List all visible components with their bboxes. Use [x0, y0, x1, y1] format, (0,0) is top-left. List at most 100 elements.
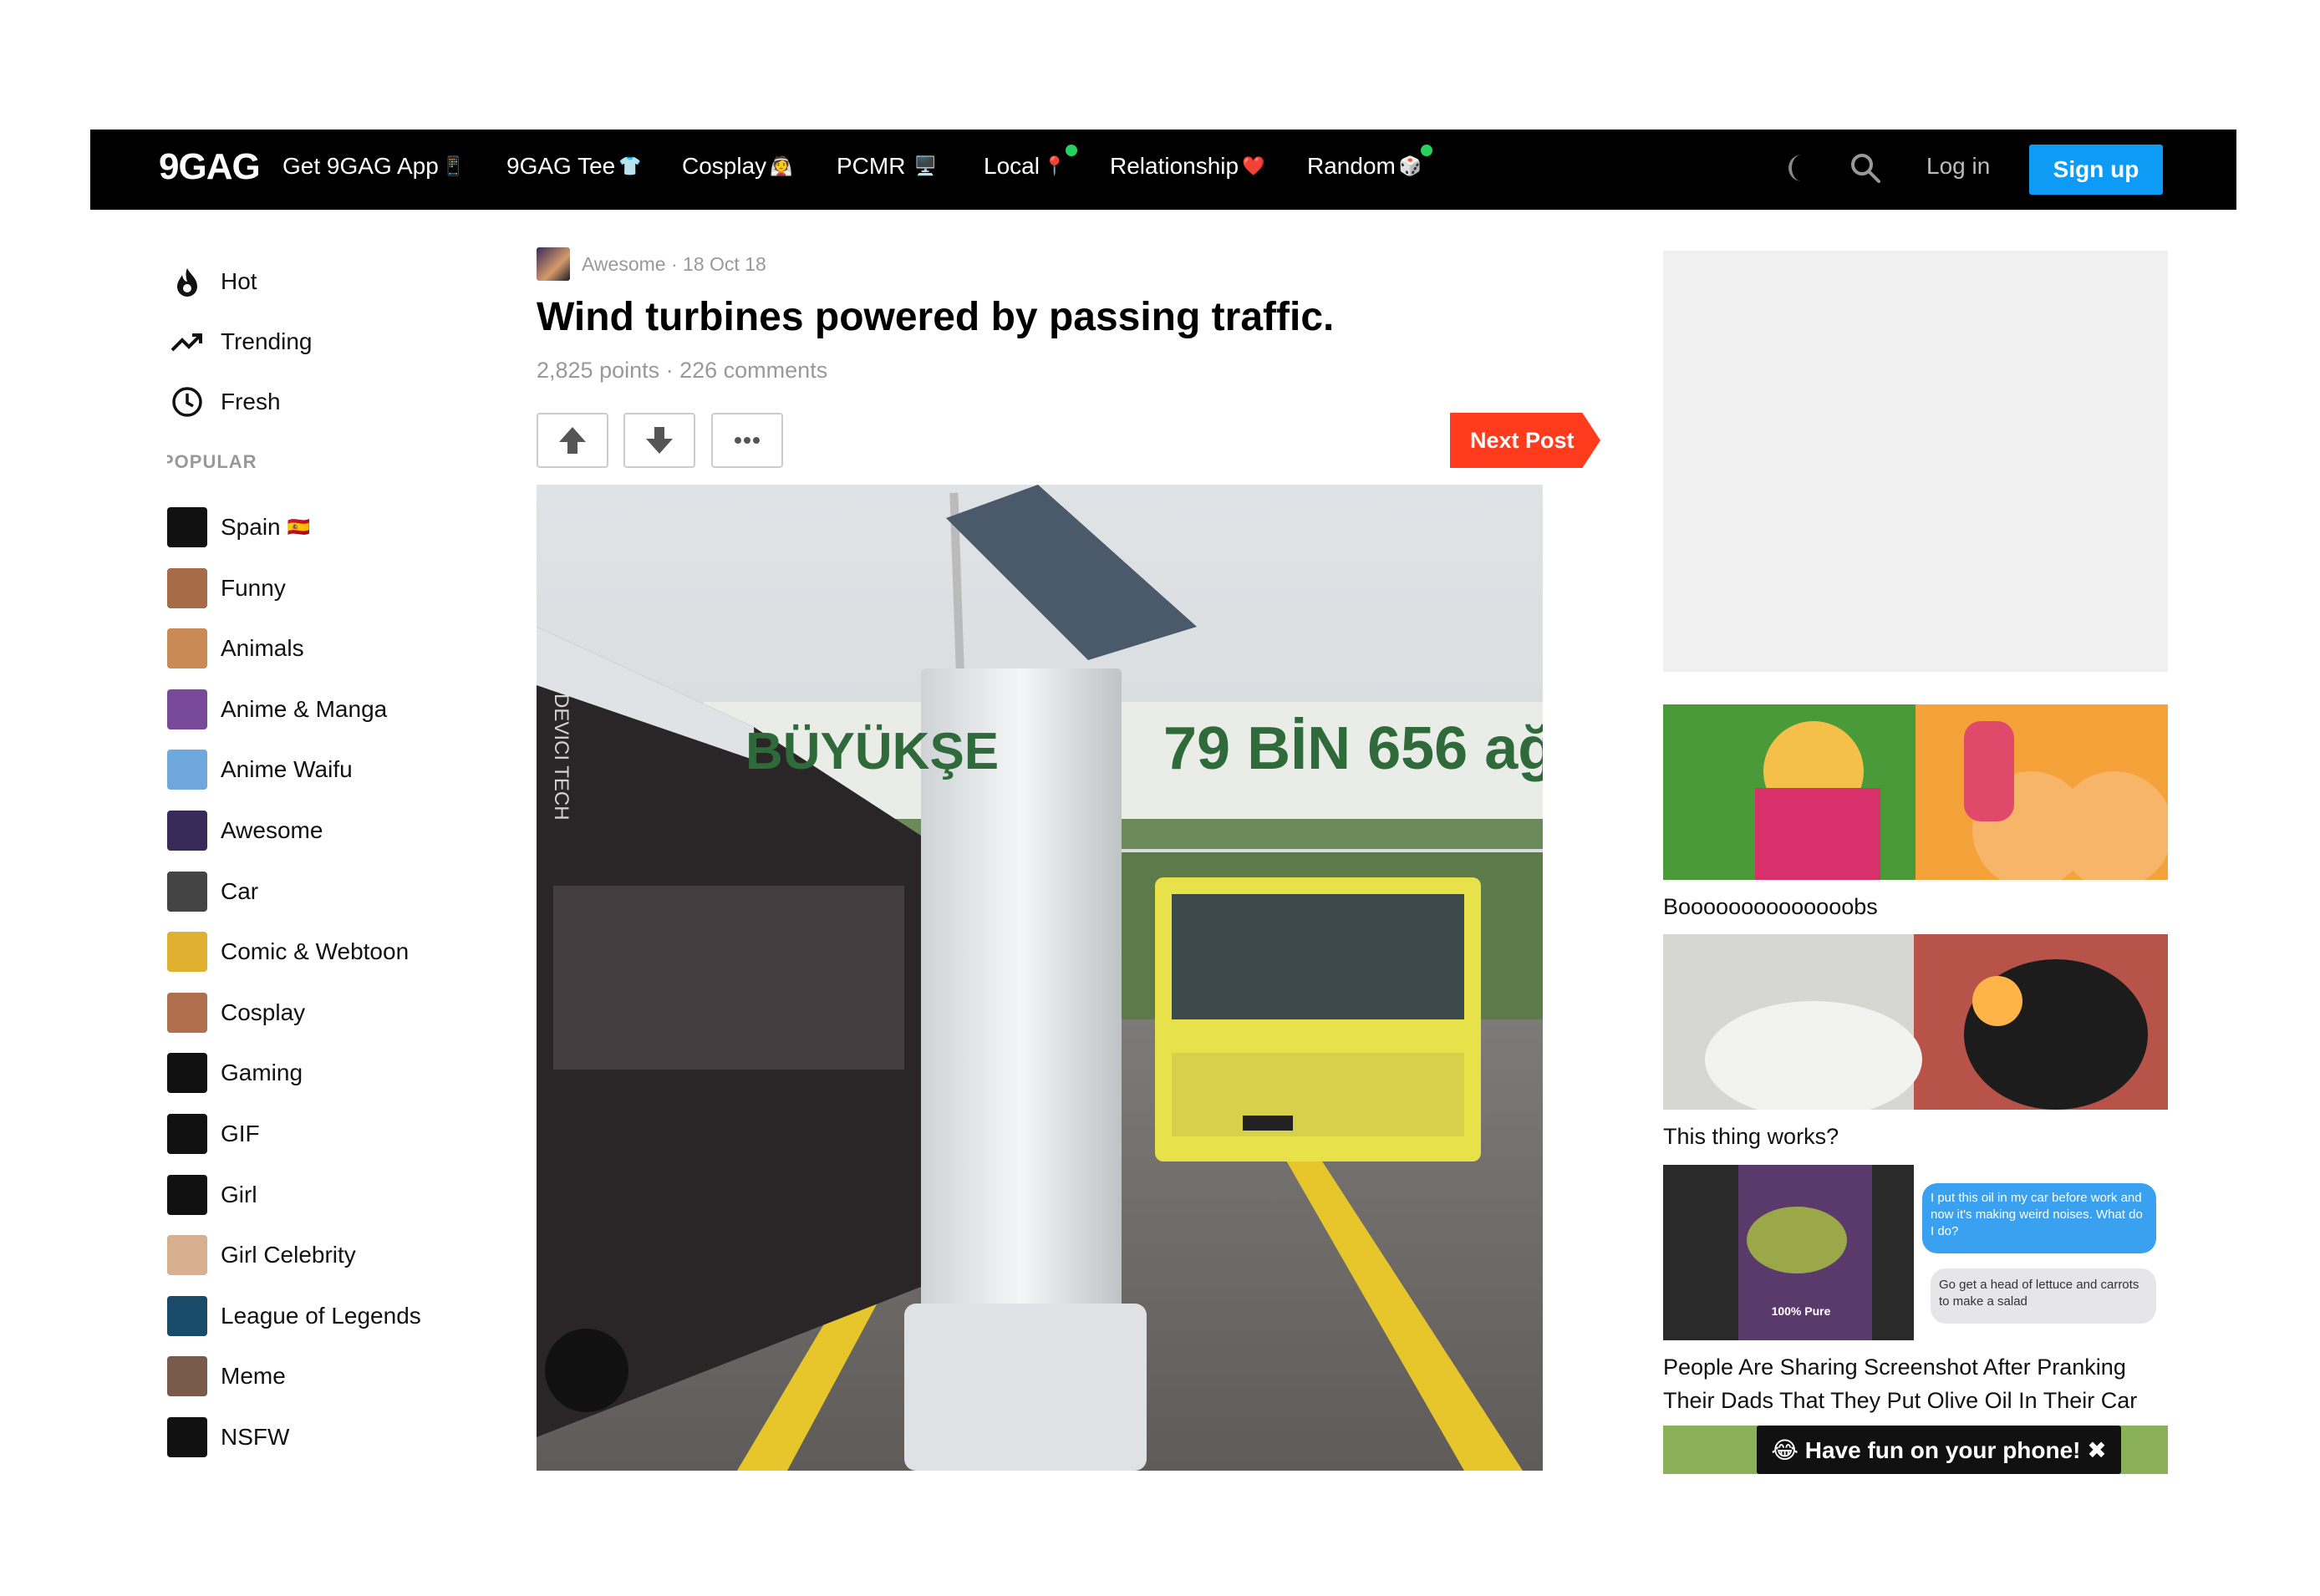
nav-label: Cosplay — [682, 153, 767, 179]
section-thumbnail — [167, 932, 207, 973]
search-icon — [1851, 154, 1880, 183]
nav-cosplay[interactable]: Cosplay 👰 — [682, 153, 793, 180]
section-thumbnail — [167, 1114, 207, 1154]
phone-icon: 📱 — [441, 155, 466, 176]
sidebar-item-trending[interactable]: Trending — [167, 321, 312, 363]
featured-post-card[interactable]: 100% Pure I put this oil in my car befor… — [1663, 1165, 2168, 1417]
nav-label: Get 9GAG App — [282, 153, 439, 179]
sidebar-item-gif[interactable]: GIF — [167, 1113, 260, 1155]
sidebar-item-label: Animals — [221, 635, 304, 662]
banner-text-right: 79 BİN 656 ağaç — [1163, 715, 1543, 782]
arrow-up-icon — [559, 427, 586, 454]
sidebar-item-gaming[interactable]: Gaming — [167, 1052, 303, 1094]
post-media-video[interactable]: DEVICI TECH BÜYÜKŞE 79 BİN 656 ağaç — [537, 485, 1543, 1471]
sidebar-item-funny[interactable]: Funny — [167, 567, 286, 609]
nav-random[interactable]: Random 🎲 — [1307, 145, 1432, 180]
nav-get-app[interactable]: Get 9GAG App 📱 — [282, 153, 465, 180]
sidebar-item-hot[interactable]: Hot — [167, 261, 257, 302]
post-title[interactable]: Wind turbines powered by passing traffic… — [537, 294, 1334, 340]
nav-label: Relationship — [1110, 153, 1239, 179]
moon-icon — [1788, 155, 1802, 181]
app-promo-toast[interactable]: 😂 Have fun on your phone! ✖ — [1757, 1426, 2121, 1474]
fire-icon — [167, 262, 207, 302]
sidebar-item-anime-waifu[interactable]: Anime Waifu — [167, 749, 353, 790]
sidebar-item-nsfw[interactable]: NSFW — [167, 1416, 289, 1458]
post-meta: Awesome · 18 Oct 18 — [537, 247, 766, 281]
section-thumbnail — [167, 871, 207, 912]
search-button[interactable] — [1847, 150, 1884, 186]
sidebar-item-car[interactable]: Car — [167, 871, 258, 912]
nav-pcmr[interactable]: PCMR 🖥️ — [837, 153, 937, 180]
section-thumbnail — [167, 1053, 207, 1094]
nav-label: Local — [984, 153, 1040, 179]
sidebar-item-girl-celebrity[interactable]: Girl Celebrity — [167, 1234, 356, 1276]
media-watermark: DEVICI TECH — [550, 694, 572, 821]
card-thumbnail — [1663, 934, 2168, 1110]
tshirt-icon: 👕 — [618, 155, 642, 176]
card-title: This thing works? — [1663, 1124, 1839, 1149]
login-link[interactable]: Log in — [1926, 153, 1990, 180]
new-indicator-dot — [1421, 145, 1432, 156]
sidebar-item-label: NSFW — [221, 1424, 290, 1450]
featured-post-card[interactable]: This thing works? — [1663, 934, 2168, 1153]
trending-icon — [167, 322, 207, 362]
arrow-down-icon — [646, 427, 673, 454]
top-nav-bar: 9GAG Get 9GAG App 📱 9GAG Tee 👕 Cosplay 👰 PC… — [90, 130, 2236, 210]
sidebar-item-cosplay[interactable]: Cosplay — [167, 992, 305, 1034]
bride-icon: 👰 — [770, 155, 793, 176]
sidebar-item-label: Fresh — [221, 389, 281, 414]
ad-placeholder — [1663, 251, 2168, 672]
sidebar-item-label: Anime Waifu — [221, 756, 353, 783]
section-thumbnail — [167, 811, 207, 851]
section-thumbnail — [167, 567, 207, 608]
sidebar-item-label: Funny — [221, 574, 286, 601]
post-date: 18 Oct 18 — [683, 252, 766, 275]
dice-icon: 🎲 — [1398, 155, 1422, 176]
nav-local[interactable]: Local 📍 — [984, 145, 1077, 180]
sidebar-item-label: Cosplay — [221, 999, 306, 1025]
section-thumbnail — [167, 628, 207, 669]
featured-post-card[interactable]: Boooooooooooooobs — [1663, 704, 2168, 923]
section-thumbnail — [167, 689, 207, 729]
sidebar-item-label: Gaming — [221, 1060, 303, 1086]
sidebar-item-spain[interactable]: Spain 🇪🇸 — [167, 506, 310, 548]
section-thumbnail — [167, 507, 207, 547]
sidebar-item-animals[interactable]: Animals — [167, 628, 304, 669]
sidebar-item-awesome[interactable]: Awesome — [167, 810, 323, 851]
sidebar-item-label: GIF — [221, 1121, 260, 1146]
sidebar-item-anime-manga[interactable]: Anime & Manga — [167, 689, 387, 730]
section-thumbnail — [167, 1356, 207, 1397]
nav-9gag-tee[interactable]: 9GAG Tee 👕 — [506, 153, 642, 180]
meta-separator: · — [665, 252, 684, 275]
sidebar-heading-popular: POPULAR — [167, 451, 257, 472]
dark-mode-toggle[interactable] — [1782, 150, 1819, 186]
post-image: DEVICI TECH BÜYÜKŞE 79 BİN 656 ağaç — [537, 485, 1543, 1471]
post-stats[interactable]: 2,825 points · 226 comments — [537, 358, 827, 384]
sidebar-item-meme[interactable]: Meme — [167, 1355, 286, 1397]
sidebar-item-comic-webtoon[interactable]: Comic & Webtoon — [167, 931, 409, 973]
section-thumbnail — [167, 1295, 207, 1336]
ellipsis-icon — [735, 437, 760, 444]
sidebar-item-label: Hot — [221, 268, 257, 294]
section-thumbnail — [167, 992, 207, 1033]
logo[interactable]: 9GAG — [159, 146, 261, 188]
chat-bubble-received: Go get a head of lettuce and carrots to … — [1939, 1278, 2139, 1309]
sidebar-item-girl[interactable]: Girl — [167, 1174, 257, 1216]
nav-label: PCMR — [837, 153, 906, 179]
sidebar-item-label: Anime & Manga — [221, 695, 388, 722]
nav-label: Random — [1307, 153, 1396, 179]
nav-label: 9GAG Tee — [506, 153, 616, 179]
sidebar-item-league-of-legends[interactable]: League of Legends — [167, 1295, 421, 1337]
downvote-button[interactable] — [623, 413, 695, 468]
more-options-button[interactable] — [711, 413, 783, 468]
upvote-button[interactable] — [537, 413, 608, 468]
signup-button[interactable]: Sign up — [2029, 145, 2163, 195]
bottle-label: 100% Pure — [1772, 1304, 1831, 1318]
post-section[interactable]: Awesome — [582, 253, 666, 276]
section-thumbnail — [167, 750, 207, 790]
section-avatar[interactable] — [537, 247, 570, 281]
next-post-button[interactable]: Next Post — [1450, 413, 1600, 468]
nav-relationship[interactable]: Relationship ❤️ — [1110, 153, 1265, 180]
sidebar-item-fresh[interactable]: Fresh — [167, 381, 281, 423]
sidebar-item-label: Meme — [221, 1363, 286, 1390]
